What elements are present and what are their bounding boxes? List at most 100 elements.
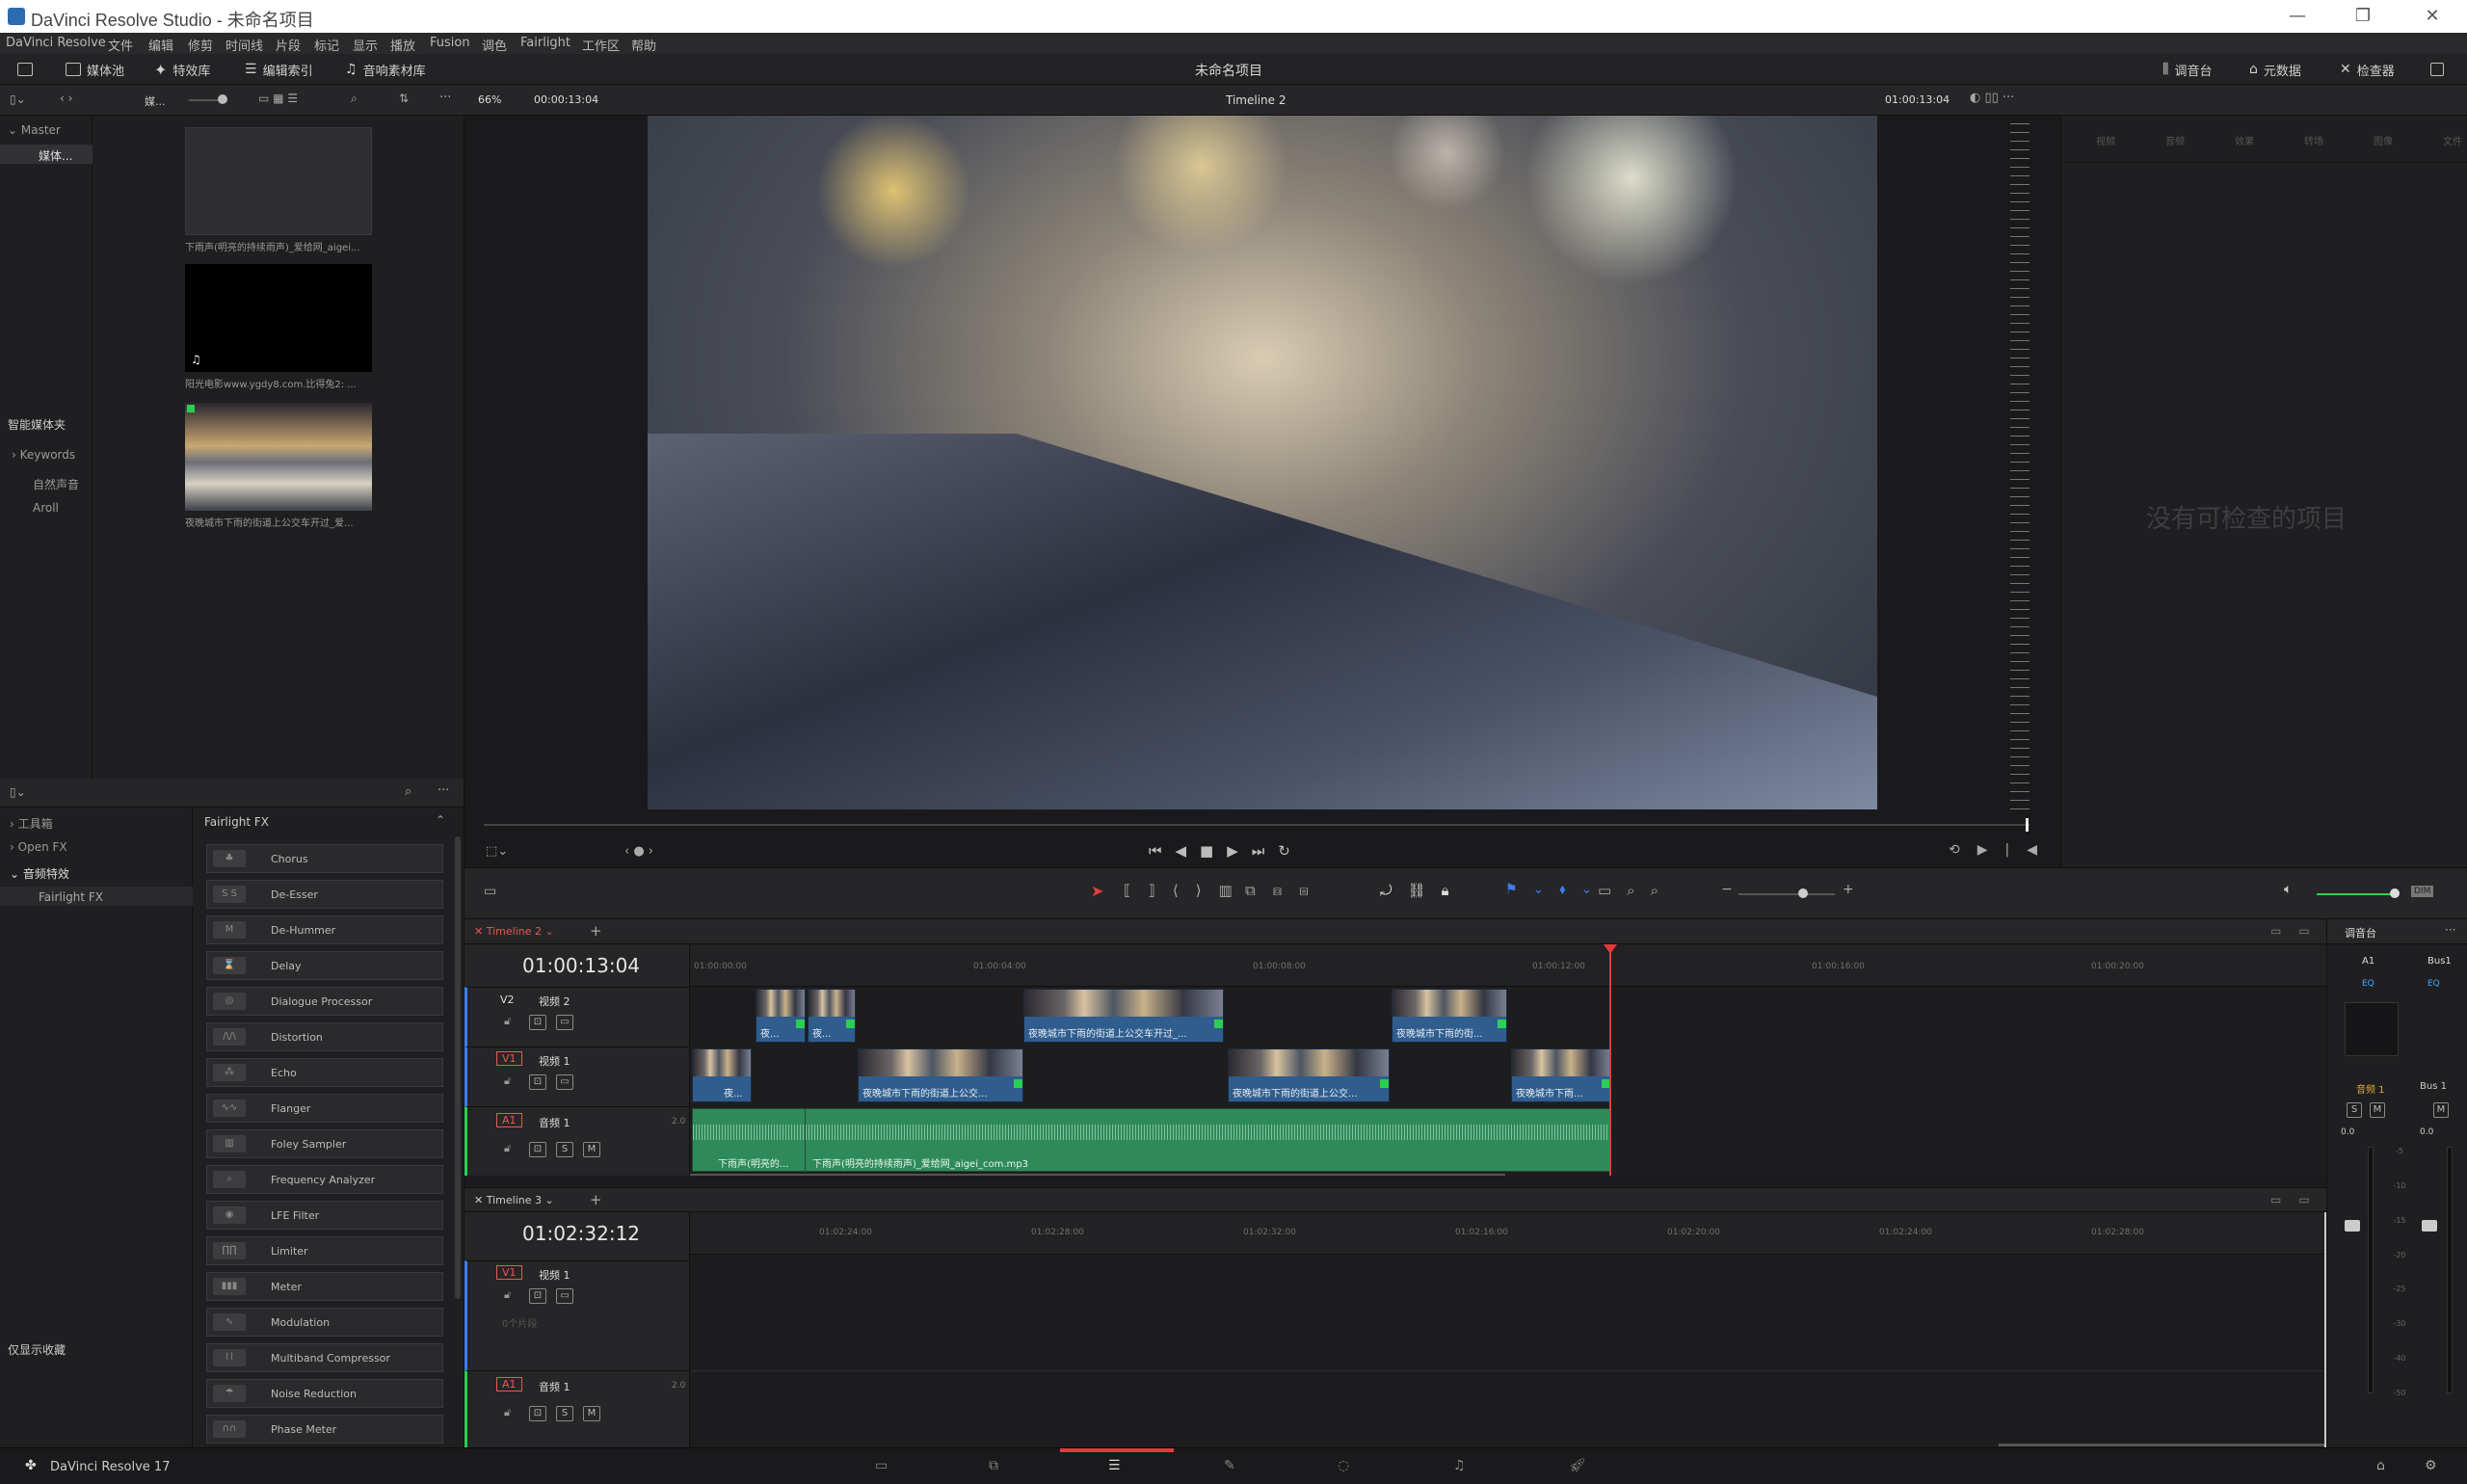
fx-item[interactable]: ⁂ Echo [206, 1058, 443, 1087]
timeline-clip[interactable]: 夜晚城市下雨的街道上公交车开过_... [1023, 989, 1224, 1043]
timeline2-ruler[interactable]: 01:00:00:00 01:00:04:00 01:00:08:00 01:0… [690, 944, 2326, 987]
fx-item[interactable]: S S De-Esser [206, 880, 443, 909]
selection-tool-icon[interactable]: ➤ [1091, 882, 1103, 900]
menu-davinci[interactable]: DaVinci Resolve [6, 36, 106, 50]
keywords-bin[interactable]: › Keywords [12, 448, 75, 462]
add-timeline-icon[interactable]: + [590, 1191, 602, 1208]
fx-item[interactable]: ◉ LFE Filter [206, 1201, 443, 1230]
search-icon[interactable]: ⌕ [351, 92, 358, 106]
media-thumb-video-black[interactable]: ♫ [185, 264, 372, 372]
menu-fusion[interactable]: Fusion [430, 36, 470, 50]
search-icon[interactable]: ⌕ [405, 784, 411, 799]
timeline-clip[interactable]: 夜晚城市下雨... [1511, 1048, 1611, 1102]
zoom-out-icon[interactable]: − [1721, 882, 1733, 897]
timeline2-canvas[interactable]: 01:00:00:00 01:00:04:00 01:00:08:00 01:0… [690, 944, 2326, 1176]
pan-control[interactable] [2345, 1002, 2399, 1056]
close-button[interactable]: ✕ [2413, 4, 2452, 29]
minimize-button[interactable]: — [2278, 4, 2317, 29]
scrollbar[interactable] [455, 836, 461, 1299]
view-mode-icons[interactable]: ▭ ▦ ☰ [258, 92, 298, 105]
maximize-button[interactable]: ❐ [2344, 4, 2382, 29]
master-bin[interactable]: ⌄ Master [8, 123, 61, 137]
timeline2-tab[interactable]: ✕ Timeline 2 ⌄ [474, 925, 554, 938]
scrubber-playhead[interactable] [2026, 818, 2029, 832]
inspector-tab-file[interactable]: 文件 [2443, 133, 2462, 147]
media-thumb-audio[interactable] [185, 127, 372, 235]
timeline3-ruler[interactable]: 01:02:24:00 01:02:28:00 01:02:32:00 01:0… [690, 1212, 2326, 1255]
fader-handle[interactable] [2422, 1220, 2437, 1232]
zoom-mode-icons[interactable]: ▭⌕⌕ [1598, 882, 1674, 899]
bin-breadcrumb[interactable]: 媒... [145, 93, 166, 109]
lock-icon[interactable]: 🔓︎ [504, 1288, 511, 1302]
timeline-zoom-handle[interactable] [1798, 888, 1808, 898]
menu-help[interactable]: 帮助 [631, 36, 656, 54]
scrubber-bar[interactable] [484, 824, 2029, 826]
audio-clip[interactable]: 下雨声(明亮的... 下雨声(明亮的持续雨声)_爱给网_aigei_com.mp… [692, 1108, 1612, 1173]
media-pool-button[interactable]: 媒体池 [66, 60, 124, 79]
master-volume-handle[interactable] [2390, 888, 2400, 898]
timeline3-tab[interactable]: ✕ Timeline 3 ⌄ [474, 1194, 554, 1206]
fx-item[interactable]: ⌇⌇ Multiband Compressor [206, 1343, 443, 1372]
media-page-icon[interactable]: ▭ [875, 1458, 888, 1473]
favorites-toggle[interactable]: 仅显示收藏 [8, 1341, 66, 1358]
color-page-icon[interactable]: ◌ [1338, 1458, 1349, 1473]
fusion-page-icon[interactable]: ✎ [1224, 1458, 1235, 1473]
mute-button[interactable]: M [583, 1142, 600, 1157]
solo-button[interactable]: S [2347, 1102, 2362, 1118]
metadata-button[interactable]: ⌂ 元数据 [2249, 60, 2301, 79]
menu-timeline[interactable]: 时间线 [225, 36, 263, 54]
home-icon[interactable]: ⌂ [2376, 1458, 2385, 1473]
menu-color[interactable]: 调色 [482, 36, 507, 54]
fx-item[interactable]: ▥ Foley Sampler [206, 1129, 443, 1158]
auto-select-icon[interactable]: ⊡ [529, 1074, 546, 1090]
zoom-in-icon[interactable]: + [1843, 882, 1854, 897]
cut-page-icon[interactable]: ⧉ [989, 1458, 998, 1473]
solo-button[interactable]: S [556, 1142, 573, 1157]
smart-bin-item[interactable]: Aroll [33, 501, 59, 515]
fx-item[interactable]: ∏∏ Limiter [206, 1236, 443, 1265]
inspector-tab-effects[interactable]: 效果 [2235, 133, 2254, 147]
timeline2-hscrollbar[interactable] [690, 1174, 1505, 1176]
collapse-icon[interactable]: ⌃ [436, 813, 445, 827]
timeline2-playhead[interactable] [1609, 944, 1611, 1176]
fx-item[interactable]: ☂ Noise Reduction [206, 1379, 443, 1408]
menu-edit[interactable]: 编辑 [148, 36, 173, 54]
selected-sub-bin[interactable]: 媒体... [0, 145, 93, 164]
track-id-a1[interactable]: A1 [496, 1113, 522, 1127]
track-id-v1[interactable]: V1 [496, 1051, 522, 1066]
timeline-panel-icons[interactable]: ▭▭ [2270, 1193, 2327, 1206]
audio-fx-item[interactable]: ⌄ 音频特效 [10, 865, 69, 882]
mixer-button[interactable]: ⫼ 调音台 [2162, 60, 2212, 79]
mute-button[interactable]: M [2370, 1102, 2385, 1118]
add-timeline-icon[interactable]: + [590, 922, 602, 940]
more-options-icon[interactable]: ··· [438, 783, 449, 798]
menu-clip[interactable]: 片段 [276, 36, 301, 54]
fader-handle[interactable] [2345, 1220, 2360, 1232]
eq-button[interactable]: EQ [2427, 979, 2440, 989]
timeline-clip[interactable]: 夜晚城市下雨的街... [1392, 989, 1507, 1043]
toolbox-item[interactable]: › 工具箱 [10, 815, 53, 832]
menu-playback[interactable]: 播放 [390, 36, 415, 54]
timeline-view-options-icon[interactable]: ▭ [484, 884, 496, 899]
fx-item[interactable]: ♣ Chorus [206, 844, 443, 873]
track-id-a1[interactable]: A1 [496, 1377, 522, 1391]
menu-mark[interactable]: 标记 [314, 36, 339, 54]
fx-item[interactable]: ∩∩ Phase Meter [206, 1415, 443, 1444]
track-id-v1[interactable]: V1 [496, 1265, 522, 1280]
auto-select-icon[interactable]: ⊡ [529, 1288, 546, 1304]
collapse-icon[interactable] [2430, 63, 2444, 76]
thumb-size-handle[interactable] [218, 94, 227, 104]
deliver-page-icon[interactable]: 🚀︎ [1569, 1458, 1586, 1473]
snap-link-lock-icons[interactable]: ⤾⛓🔒︎ [1380, 882, 1465, 899]
fx-item[interactable]: /\/\ Distortion [206, 1022, 443, 1051]
more-options-icon[interactable]: ··· [439, 91, 451, 105]
inspector-tab-transition[interactable]: 转场 [2304, 133, 2323, 147]
sort-icon[interactable]: ⇅ [399, 92, 409, 105]
panel-toggle-icon[interactable]: ▯⌄ [10, 785, 26, 799]
timeline-zoom-slider[interactable] [1738, 893, 1835, 895]
fx-item[interactable]: ⌛ Delay [206, 951, 443, 980]
lock-icon[interactable]: 🔓︎ [504, 1015, 511, 1028]
mute-button[interactable]: M [583, 1406, 600, 1421]
menu-file[interactable]: 文件 [108, 36, 133, 54]
fx-item[interactable]: ◎ Dialogue Processor [206, 987, 443, 1016]
